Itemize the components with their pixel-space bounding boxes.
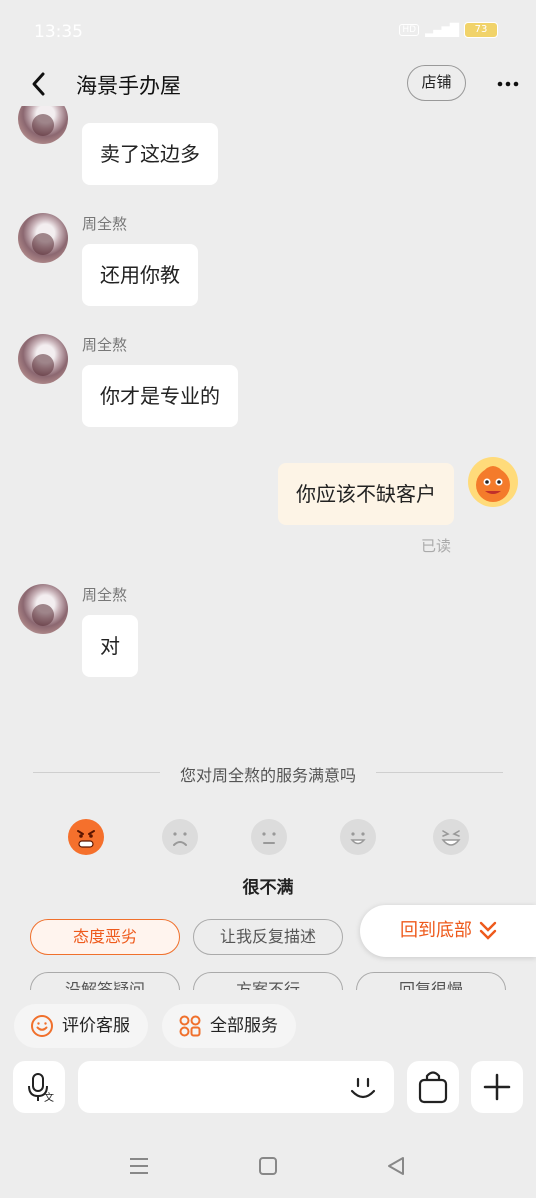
chat-header: 海景手办屋 店铺 [0,62,536,106]
my-avatar[interactable] [468,457,518,507]
feedback-chip[interactable]: 态度恶劣 [30,919,180,955]
menu-icon[interactable] [127,1154,151,1178]
feedback-chips-row: 没解答疑问 方案不行 回复很慢 [0,970,536,990]
message-bubble[interactable]: 卖了这边多 [82,123,218,185]
more-icon [497,81,519,87]
chevron-left-icon [32,72,45,96]
feedback-chip[interactable]: 没解答疑问 [30,972,180,990]
shopping-bag-icon [418,1071,448,1104]
page-title: 海景手办屋 [76,74,181,98]
avatar[interactable] [18,106,68,144]
feedback-chip[interactable]: 让我反复描述 [193,919,343,955]
sender-name: 周全熬 [82,215,128,233]
message-bubble[interactable]: 还用你教 [82,244,198,306]
smiley-icon [350,1077,376,1099]
rate-service-button[interactable]: 评价客服 [14,1004,148,1048]
rating-very-satisfied-icon[interactable] [433,819,469,855]
survey-title: 您对周全熬的服务满意吗 [0,762,536,786]
add-button[interactable] [471,1061,523,1113]
back-triangle-icon[interactable] [384,1154,408,1178]
voice-button[interactable]: 文 [13,1061,65,1113]
feedback-chip[interactable]: 回复很慢 [356,972,506,990]
microphone-icon: 文 [28,1073,54,1104]
all-services-button[interactable]: 全部服务 [162,1004,296,1048]
my-message-bubble[interactable]: 你应该不缺客户 [278,463,454,525]
feedback-chip[interactable]: 方案不行 [193,972,343,990]
rating-very-unsatisfied-icon[interactable] [68,819,104,855]
grid-icon [179,1015,201,1037]
status-bar: 13:35 HD ▂▄▆█ 73 [0,0,536,62]
selected-rating-label: 很不满 [242,878,294,898]
back-to-bottom-button[interactable]: 回到底部 [360,905,536,957]
rating-satisfied-icon[interactable] [340,819,376,855]
avatar[interactable] [18,213,68,263]
mascot-avatar-icon [476,466,510,502]
rating-neutral-icon[interactable] [251,819,287,855]
avatar[interactable] [18,334,68,384]
status-time: 13:35 [34,22,83,42]
message-bubble[interactable]: 对 [82,615,138,677]
back-button[interactable] [26,70,54,98]
battery-icon: 73 [464,22,498,38]
message-bubble[interactable]: 你才是专业的 [82,365,238,427]
system-icons: HD ▂▄▆█ 73 [399,22,498,38]
home-icon[interactable] [256,1154,280,1178]
signal-icon: ▂▄▆█ [425,23,459,37]
store-button[interactable]: 店铺 [407,65,466,101]
read-status: 已读 [421,537,452,555]
input-bar: 文 [0,1058,536,1118]
more-button[interactable] [494,70,522,98]
rating-unsatisfied-icon[interactable] [162,819,198,855]
sender-name: 周全熬 [82,336,128,354]
emoji-button[interactable] [346,1072,380,1106]
message-list[interactable]: 卖了这边多 周全熬 还用你教 周全熬 你才是专业的 你应该不缺客户 已读 周全熬… [0,106,536,736]
plus-icon [483,1073,511,1101]
sender-name: 周全熬 [82,586,128,604]
smile-icon [31,1015,53,1037]
shop-bag-button[interactable] [407,1061,459,1113]
double-chevron-down-icon [479,921,497,940]
hd-icon: HD [399,24,420,36]
avatar[interactable] [18,584,68,634]
system-navigation-bar [0,1130,536,1198]
svg-text:文: 文 [44,1091,54,1104]
